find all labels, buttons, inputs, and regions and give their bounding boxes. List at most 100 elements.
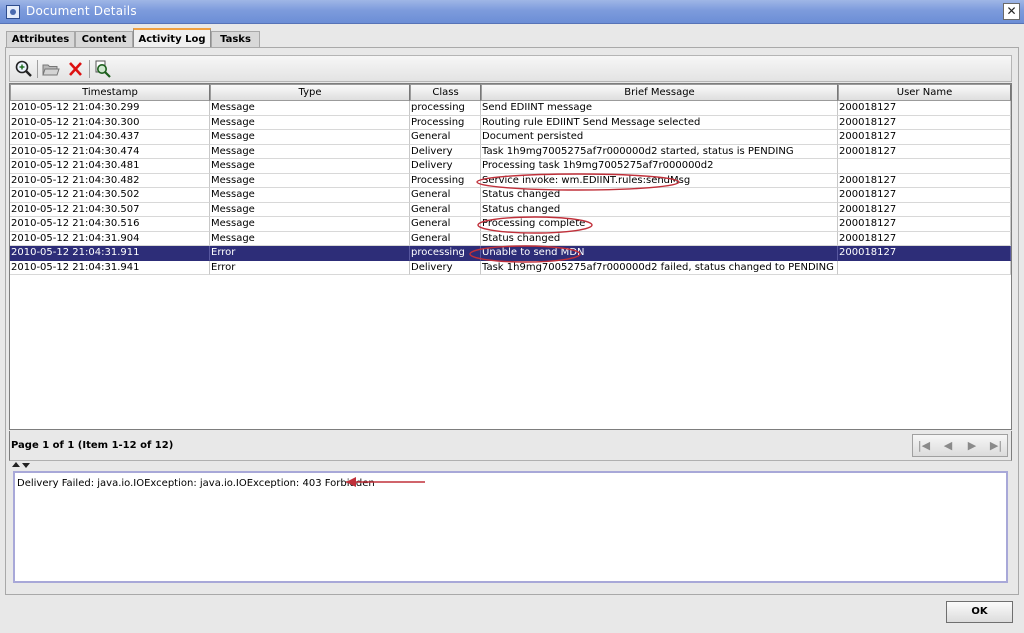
cell-brief-message: Service invoke: wm.EDIINT.rules:sendMsg <box>481 173 838 188</box>
cell-class: Processing <box>410 173 481 188</box>
cell-user-name <box>838 159 1011 174</box>
message-detail-pane[interactable]: Delivery Failed: java.io.IOException: ja… <box>13 471 1008 583</box>
title-bar: Document Details ✕ <box>0 0 1024 24</box>
cell-brief-message: Unable to send MDN <box>481 246 838 261</box>
pager-bar: Page 1 of 1 (Item 1-12 of 12) |◀ ◀ ▶ ▶| <box>9 431 1012 461</box>
cell-type: Message <box>210 173 410 188</box>
cell-class: General <box>410 130 481 145</box>
cell-timestamp: 2010-05-12 21:04:30.481 <box>10 159 210 174</box>
table-row[interactable]: 2010-05-12 21:04:30.502 Message General Sta… <box>10 188 1011 203</box>
next-page-icon[interactable]: ▶ <box>964 439 980 453</box>
cell-brief-message: Processing complete <box>481 217 838 232</box>
activity-log-table: Timestamp Type Class Brief Message User … <box>9 83 1012 430</box>
tab-activity-log[interactable]: Activity Log <box>133 28 211 49</box>
table-row[interactable]: 2010-05-12 21:04:30.516 Message General Pro… <box>10 217 1011 232</box>
cell-type: Message <box>210 144 410 159</box>
cell-timestamp: 2010-05-12 21:04:30.516 <box>10 217 210 232</box>
cell-user-name: 200018127 <box>838 231 1011 246</box>
table-row[interactable]: 2010-05-12 21:04:30.482 Message Processing… <box>10 173 1011 188</box>
cell-class: Delivery <box>410 159 481 174</box>
cell-brief-message: Task 1h9mg7005275af7r000000d2 failed, st… <box>481 260 838 275</box>
zoom-in-icon[interactable] <box>14 59 34 79</box>
cell-brief-message: Processing task 1h9mg7005275af7r000000d2 <box>481 159 838 174</box>
cell-class: Delivery <box>410 144 481 159</box>
cell-timestamp: 2010-05-12 21:04:30.482 <box>10 173 210 188</box>
table-row[interactable]: 2010-05-12 21:04:31.941 Error Delivery Task… <box>10 260 1011 275</box>
last-page-icon[interactable]: ▶| <box>988 439 1004 453</box>
cell-type: Message <box>210 231 410 246</box>
cell-class: processing <box>410 246 481 261</box>
cell-class: Processing <box>410 115 481 130</box>
cell-class: processing <box>410 101 481 116</box>
window-icon <box>6 5 20 19</box>
cell-type: Message <box>210 188 410 203</box>
cell-brief-message: Routing rule EDIINT Send Message selecte… <box>481 115 838 130</box>
cell-class: General <box>410 231 481 246</box>
cell-class: Delivery <box>410 260 481 275</box>
cell-type: Message <box>210 217 410 232</box>
table-row[interactable]: 2010-05-12 21:04:30.437 Message General Doc… <box>10 130 1011 145</box>
table-body: 2010-05-12 21:04:30.299 Message processing… <box>10 101 1011 275</box>
toolbar <box>9 55 1012 82</box>
delete-icon[interactable] <box>66 59 86 79</box>
close-button[interactable]: ✕ <box>1003 3 1020 20</box>
column-header-brief-message[interactable]: Brief Message <box>481 84 838 101</box>
column-header-user-name[interactable]: User Name <box>838 84 1011 101</box>
cell-brief-message: Status changed <box>481 231 838 246</box>
expand-up-icon[interactable] <box>12 462 20 467</box>
toolbar-separator <box>89 60 90 78</box>
cell-timestamp: 2010-05-12 21:04:31.911 <box>10 246 210 261</box>
tab-attributes[interactable]: Attributes <box>6 31 75 48</box>
cell-user-name: 200018127 <box>838 130 1011 145</box>
prev-page-icon[interactable]: ◀ <box>940 439 956 453</box>
cell-timestamp: 2010-05-12 21:04:30.299 <box>10 101 210 116</box>
page-status: Page 1 of 1 (Item 1-12 of 12) <box>11 440 174 451</box>
first-page-icon[interactable]: |◀ <box>916 439 932 453</box>
table-row[interactable]: 2010-05-12 21:04:30.507 Message General Sta… <box>10 202 1011 217</box>
tab-content[interactable]: Content <box>75 31 133 48</box>
table-header: Timestamp Type Class Brief Message User … <box>10 84 1011 102</box>
cell-timestamp: 2010-05-12 21:04:30.474 <box>10 144 210 159</box>
cell-user-name: 200018127 <box>838 188 1011 203</box>
cell-brief-message: Status changed <box>481 188 838 203</box>
cell-timestamp: 2010-05-12 21:04:30.437 <box>10 130 210 145</box>
collapse-down-icon[interactable] <box>22 463 30 468</box>
table-row[interactable]: 2010-05-12 21:04:30.300 Message Processing… <box>10 115 1011 130</box>
column-header-type[interactable]: Type <box>210 84 410 101</box>
cell-user-name: 200018127 <box>838 217 1011 232</box>
cell-brief-message: Status changed <box>481 202 838 217</box>
tab-tasks[interactable]: Tasks <box>211 31 260 48</box>
cell-user-name: 200018127 <box>838 246 1011 261</box>
column-header-class[interactable]: Class <box>410 84 481 101</box>
cell-user-name: 200018127 <box>838 101 1011 116</box>
cell-class: General <box>410 217 481 232</box>
cell-type: Error <box>210 246 410 261</box>
open-folder-icon[interactable] <box>41 59 61 79</box>
cell-brief-message: Task 1h9mg7005275af7r000000d2 started, s… <box>481 144 838 159</box>
cell-type: Message <box>210 159 410 174</box>
toolbar-separator <box>37 60 38 78</box>
cell-brief-message: Send EDIINT message <box>481 101 838 116</box>
cell-timestamp: 2010-05-12 21:04:30.502 <box>10 188 210 203</box>
table-row[interactable]: 2010-05-12 21:04:30.481 Message Delivery Pr… <box>10 159 1011 174</box>
cell-timestamp: 2010-05-12 21:04:30.507 <box>10 202 210 217</box>
table-row[interactable]: 2010-05-12 21:04:30.299 Message processing… <box>10 101 1011 116</box>
table-row[interactable]: 2010-05-12 21:04:31.911 Error processing Un… <box>10 246 1011 261</box>
ok-button[interactable]: OK <box>946 601 1013 623</box>
page-navigation: |◀ ◀ ▶ ▶| <box>912 434 1008 457</box>
table-row[interactable]: 2010-05-12 21:04:31.904 Message General Sta… <box>10 231 1011 246</box>
cell-class: General <box>410 188 481 203</box>
find-icon[interactable] <box>93 59 113 79</box>
cell-class: General <box>410 202 481 217</box>
cell-user-name: 200018127 <box>838 202 1011 217</box>
window-title: Document Details <box>26 4 137 18</box>
cell-timestamp: 2010-05-12 21:04:31.904 <box>10 231 210 246</box>
table-row[interactable]: 2010-05-12 21:04:30.474 Message Delivery Ta… <box>10 144 1011 159</box>
cell-type: Message <box>210 130 410 145</box>
column-header-timestamp[interactable]: Timestamp <box>10 84 210 101</box>
cell-type: Message <box>210 115 410 130</box>
cell-timestamp: 2010-05-12 21:04:31.941 <box>10 260 210 275</box>
split-pane-divider[interactable] <box>9 462 1012 469</box>
cell-timestamp: 2010-05-12 21:04:30.300 <box>10 115 210 130</box>
cell-user-name: 200018127 <box>838 144 1011 159</box>
